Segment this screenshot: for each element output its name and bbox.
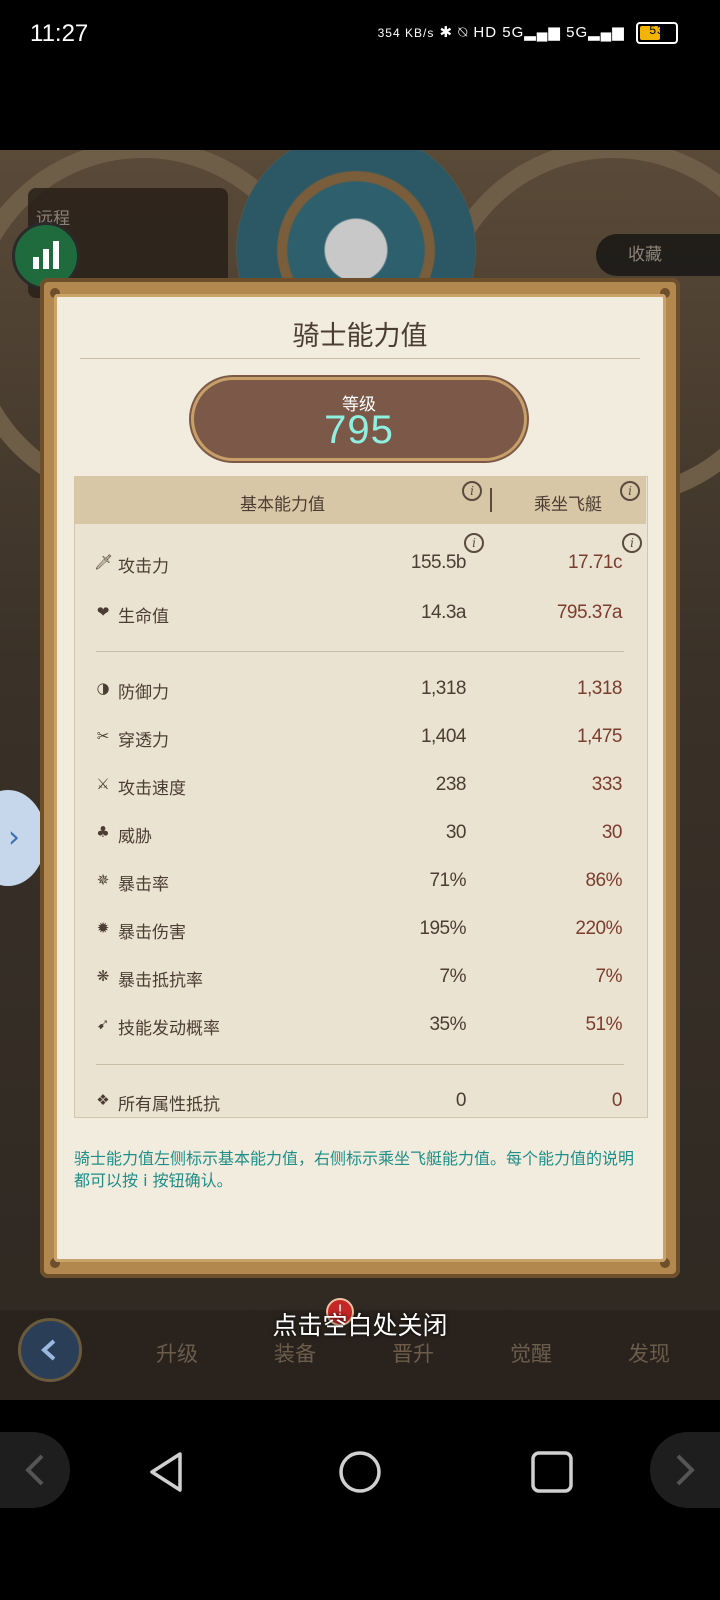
shield-icon: ◑ [96, 679, 110, 697]
header-separator [490, 488, 492, 512]
stat-base-value: 1,318 [420, 678, 467, 699]
pierce-icon: ✂ [96, 727, 110, 745]
skill-proc-icon: ➹ [96, 1015, 110, 1033]
stat-label: 攻击速度 [118, 779, 186, 799]
sword-icon: 🗡 [94, 553, 114, 571]
stat-row-crit-rate: ✵ 暴击率 71% 86% [94, 862, 626, 902]
stat-row-hp: ❤ 生命值 14.3a 795.37a [94, 594, 626, 634]
airship-info-icon[interactable]: i [620, 481, 640, 501]
heart-icon: ❤ [96, 603, 110, 621]
nav-equipment[interactable]: 装备 [250, 1338, 340, 1368]
stat-airship-value: 1,475 [576, 726, 623, 747]
stat-airship-value: 86% [585, 870, 622, 891]
stat-label: 穿透力 [118, 731, 169, 751]
stat-airship-value: 333 [591, 774, 623, 795]
stat-base-value: 238 [435, 774, 467, 795]
stat-row-pierce: ✂ 穿透力 1,404 1,475 [94, 718, 626, 758]
stat-label: 所有属性抵抗 [118, 1095, 220, 1115]
system-nav-bar [0, 1400, 720, 1600]
stat-airship-value: 17.71c [567, 552, 623, 573]
stat-row-attack: 🗡 攻击力 155.5b 17.71c [94, 544, 626, 584]
stat-base-value: 14.3a [420, 602, 467, 623]
swipe-forward-hint [650, 1432, 720, 1508]
stat-label: 威胁 [118, 827, 152, 847]
stat-row-threat: ♣ 威胁 30 30 [94, 814, 626, 854]
section-divider [96, 1064, 624, 1065]
home-button[interactable] [338, 1450, 382, 1498]
stat-base-value: 195% [419, 918, 466, 939]
stat-label: 暴击率 [118, 875, 169, 895]
connectivity-icons: ✱ ⍉ HD 5G▂▄▆ 5G▂▄▆ [439, 23, 625, 41]
stat-airship-value: 220% [575, 918, 622, 939]
collect-button[interactable]: 收藏 [596, 234, 720, 276]
stat-base-value: 155.5b [410, 552, 467, 573]
level-value: 795 [324, 408, 394, 452]
stat-base-value: 30 [445, 822, 467, 843]
all-resist-icon: ❖ [96, 1091, 110, 1109]
column-base-header: 基本能力值 [240, 495, 325, 515]
stat-row-crit-damage: ✹ 暴击伤害 195% 220% [94, 910, 626, 950]
back-button[interactable] [146, 1450, 186, 1498]
modal-title: 骑士能力值 [292, 321, 428, 352]
footer-note: 骑士能力值左侧标示基本能力值，右侧标示乘坐飞艇能力值。每个能力值的说明都可以按 … [74, 1149, 635, 1190]
stat-label: 防御力 [118, 683, 169, 703]
column-airship-header: 乘坐飞艇 [534, 495, 602, 515]
status-icons: 354 KB/s ✱ ⍉ HD 5G▂▄▆ 5G▂▄▆ 53 [378, 22, 678, 44]
section-divider [96, 651, 624, 652]
stat-base-value: 0 [455, 1090, 467, 1111]
stat-row-attack-speed: ⚔ 攻击速度 238 333 [94, 766, 626, 806]
close-hint[interactable]: 点击空白处关闭 [0, 1306, 720, 1342]
stat-base-value: 1,404 [420, 726, 467, 747]
stat-airship-value: 7% [595, 966, 623, 987]
stat-airship-value: 0 [611, 1090, 623, 1111]
chevron-right-icon: › [8, 820, 20, 855]
stat-airship-value: 30 [601, 822, 623, 843]
recents-button[interactable] [530, 1450, 574, 1498]
nav-promote[interactable]: 晋升 [368, 1338, 458, 1368]
battery-level: 53 [649, 23, 665, 37]
stat-base-value: 7% [439, 966, 467, 987]
stat-label: 技能发动概率 [118, 1019, 220, 1039]
stat-row-crit-resist: ❋ 暴击抵抗率 7% 7% [94, 958, 626, 998]
stat-label: 生命值 [118, 607, 169, 627]
attack-speed-icon: ⚔ [96, 775, 110, 793]
stat-base-value: 71% [429, 870, 466, 891]
stat-row-defense: ◑ 防御力 1,318 1,318 [94, 670, 626, 710]
stat-base-value: 35% [429, 1014, 466, 1035]
crit-damage-icon: ✹ [96, 919, 110, 937]
crit-resist-icon: ❋ [96, 967, 110, 985]
stat-airship-value: 1,318 [576, 678, 623, 699]
nav-upgrade[interactable]: 升级 [132, 1338, 222, 1368]
net-speed: 354 KB/s [377, 25, 435, 40]
square-recents-icon [531, 1451, 573, 1493]
status-time: 11:27 [30, 20, 89, 47]
title-divider [80, 358, 640, 359]
stat-label: 攻击力 [118, 557, 169, 577]
crit-rate-icon: ✵ [96, 871, 110, 889]
nav-discover[interactable]: 发现 [604, 1338, 694, 1368]
threat-icon: ♣ [96, 823, 110, 841]
stat-label: 暴击伤害 [118, 923, 186, 943]
stat-row-skill-proc: ➹ 技能发动概率 35% 51% [94, 1006, 626, 1046]
battery-icon: 53 [636, 22, 678, 44]
triangle-back-icon [150, 1452, 182, 1492]
stat-row-all-resist: ❖ 所有属性抵抗 0 0 [94, 1082, 626, 1122]
swipe-back-hint [0, 1432, 70, 1508]
chevron-left-icon [25, 1454, 44, 1486]
stat-label: 暴击抵抗率 [118, 971, 203, 991]
stat-airship-value: 795.37a [556, 602, 623, 623]
nav-awaken[interactable]: 觉醒 [486, 1338, 576, 1368]
base-info-icon[interactable]: i [462, 481, 482, 501]
chevron-right-icon [676, 1454, 695, 1486]
circle-home-icon [339, 1451, 381, 1493]
stat-airship-value: 51% [585, 1014, 622, 1035]
